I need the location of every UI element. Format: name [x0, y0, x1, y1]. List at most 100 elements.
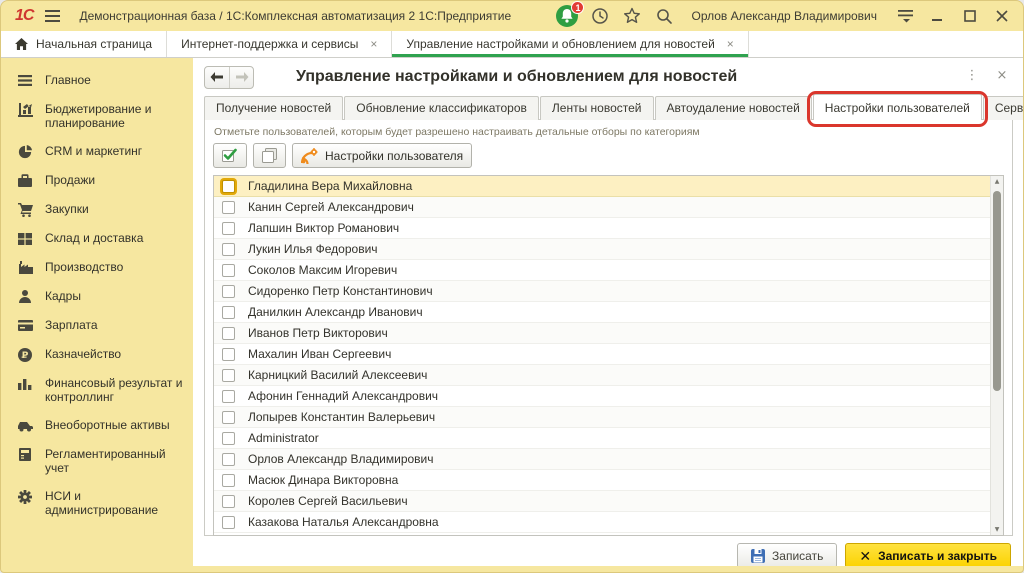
tab-home-label: Начальная страница [36, 37, 152, 51]
form-footer: Записать ✕ Записать и закрыть [204, 536, 1013, 566]
gear-icon [17, 489, 33, 504]
sidebar-item-regulated[interactable]: Регламентированный учет [1, 440, 193, 482]
factory-icon [17, 260, 33, 275]
sidebar-item-payroll[interactable]: Зарплата [1, 311, 193, 340]
sidebar-item-budgeting[interactable]: Бюджетирование и планирование [1, 95, 193, 137]
back-button[interactable] [205, 67, 229, 88]
tab-classifier-update[interactable]: Обновление классификаторов [344, 96, 539, 120]
user-row[interactable]: Лапшин Виктор Романович [214, 218, 990, 239]
sidebar-item-assets[interactable]: Внеоборотные активы [1, 411, 193, 440]
user-row[interactable]: Administrator [214, 428, 990, 449]
user-checkbox[interactable] [222, 516, 235, 529]
check-all-button[interactable] [213, 143, 247, 168]
user-row[interactable]: Казакова Наталья Александровна [214, 512, 990, 533]
grid-icon [17, 231, 33, 246]
tab-user-settings[interactable]: Настройки пользователей [813, 94, 982, 120]
user-row[interactable]: Карницкий Василий Алексеевич [214, 365, 990, 386]
save-button[interactable]: Записать [737, 543, 837, 566]
user-checkbox[interactable] [222, 369, 235, 382]
user-row[interactable]: Сидоренко Петр Константинович [214, 281, 990, 302]
sidebar-item-production[interactable]: Производство [1, 253, 193, 282]
user-checkbox[interactable] [222, 180, 235, 193]
user-settings-tabpage: Отметьте пользователей, которым будет ра… [204, 119, 1013, 536]
form-tabs: Получение новостей Обновление классифика… [204, 96, 1013, 120]
user-row[interactable]: Лопырев Константин Валерьевич [214, 407, 990, 428]
user-checkbox[interactable] [222, 474, 235, 487]
user-checkbox[interactable] [222, 495, 235, 508]
save-and-close-button[interactable]: ✕ Записать и закрыть [845, 543, 1011, 566]
close-x-icon: ✕ [859, 549, 871, 563]
user-row[interactable]: Королев Сергей Васильевич [214, 491, 990, 512]
person-icon [17, 289, 33, 304]
user-checkbox[interactable] [222, 432, 235, 445]
sidebar-item-sales[interactable]: Продажи [1, 166, 193, 195]
car-icon [17, 418, 33, 433]
tab-close-icon[interactable]: × [727, 37, 734, 51]
more-menu-icon[interactable]: ⋮ [965, 68, 979, 83]
forward-button[interactable] [229, 67, 253, 88]
scroll-up-icon[interactable]: ▲ [991, 176, 1003, 187]
tab-internet-support[interactable]: Интернет-поддержка и сервисы × [167, 31, 392, 57]
close-form-icon[interactable]: × [995, 68, 1009, 83]
favorites-star-icon[interactable] [621, 5, 643, 27]
search-icon[interactable] [653, 5, 675, 27]
user-checkbox[interactable] [222, 348, 235, 361]
close-window-button[interactable] [991, 5, 1013, 27]
sidebar-item-crm[interactable]: CRM и маркетинг [1, 137, 193, 166]
vertical-scrollbar[interactable]: ▲ ▼ [990, 176, 1003, 535]
user-row[interactable]: Масюк Динара Викторовна [214, 470, 990, 491]
sidebar-item-hr[interactable]: Кадры [1, 282, 193, 311]
sections-sidebar: Главное Бюджетирование и планирование CR… [1, 58, 193, 566]
user-row[interactable]: Иванов Петр Викторович [214, 323, 990, 344]
user-row[interactable]: Афонин Геннадий Александрович [214, 386, 990, 407]
user-checkbox[interactable] [222, 222, 235, 235]
user-row[interactable]: Орлов Александр Владимирович [214, 449, 990, 470]
ledger-book-icon [17, 447, 33, 462]
tab-news-feeds[interactable]: Ленты новостей [540, 96, 654, 120]
user-row[interactable]: Лукин Илья Федорович [214, 239, 990, 260]
user-checkbox[interactable] [222, 453, 235, 466]
user-checkbox[interactable] [222, 201, 235, 214]
sidebar-item-warehouse[interactable]: Склад и доставка [1, 224, 193, 253]
tab-news-autodelete[interactable]: Автоудаление новостей [655, 96, 812, 120]
maximize-button[interactable] [959, 5, 981, 27]
user-checkbox[interactable] [222, 327, 235, 340]
user-checkbox[interactable] [222, 264, 235, 277]
user-row[interactable]: Гладилина Вера Михайловна [214, 176, 990, 197]
user-checkbox[interactable] [222, 243, 235, 256]
sidebar-item-admin[interactable]: НСИ и администрирование [1, 482, 193, 524]
tab-news-receiving[interactable]: Получение новостей [204, 96, 343, 120]
user-row[interactable]: Соколов Максим Игоревич [214, 260, 990, 281]
scroll-down-icon[interactable]: ▼ [991, 524, 1003, 535]
tab-close-icon[interactable]: × [370, 37, 377, 51]
budget-chart-icon [17, 102, 33, 117]
user-row[interactable]: Махалин Иван Сергеевич [214, 344, 990, 365]
sidebar-item-finresult[interactable]: Финансовый результат и контроллинг [1, 369, 193, 411]
current-user-name[interactable]: Орлов Александр Владимирович [691, 9, 877, 23]
user-row[interactable]: Данилкин Александр Иванович [214, 302, 990, 323]
user-checkbox[interactable] [222, 411, 235, 424]
sidebar-item-treasury[interactable]: Р Казначейство [1, 340, 193, 369]
user-checkbox[interactable] [222, 306, 235, 319]
minimize-button[interactable] [927, 5, 949, 27]
notifications-button[interactable]: 1 [555, 4, 579, 28]
menu-icon [17, 73, 33, 88]
form-title: Управление настройками и обновлением для… [296, 68, 737, 86]
user-checkbox[interactable] [222, 285, 235, 298]
notification-badge: 1 [571, 1, 584, 14]
user-settings-button[interactable]: Настройки пользователя [292, 143, 472, 168]
scrollbar-thumb[interactable] [993, 191, 1001, 391]
tab-home[interactable]: Начальная страница [1, 31, 167, 57]
tab-service[interactable]: Сервис [983, 96, 1023, 120]
tab-news-settings[interactable]: Управление настройками и обновлением для… [392, 31, 748, 57]
hamburger-menu-icon[interactable] [43, 7, 61, 25]
history-icon[interactable] [589, 5, 611, 27]
service-menu-icon[interactable] [895, 5, 917, 27]
user-row[interactable]: Канин Сергей Александрович [214, 197, 990, 218]
sidebar-item-purchases[interactable]: Закупки [1, 195, 193, 224]
user-checkbox[interactable] [222, 390, 235, 403]
uncheck-all-button[interactable] [253, 143, 286, 168]
pie-chart-icon [17, 144, 33, 159]
sidebar-item-main[interactable]: Главное [1, 66, 193, 95]
hint-text: Отметьте пользователей, которым будет ра… [213, 125, 1004, 143]
